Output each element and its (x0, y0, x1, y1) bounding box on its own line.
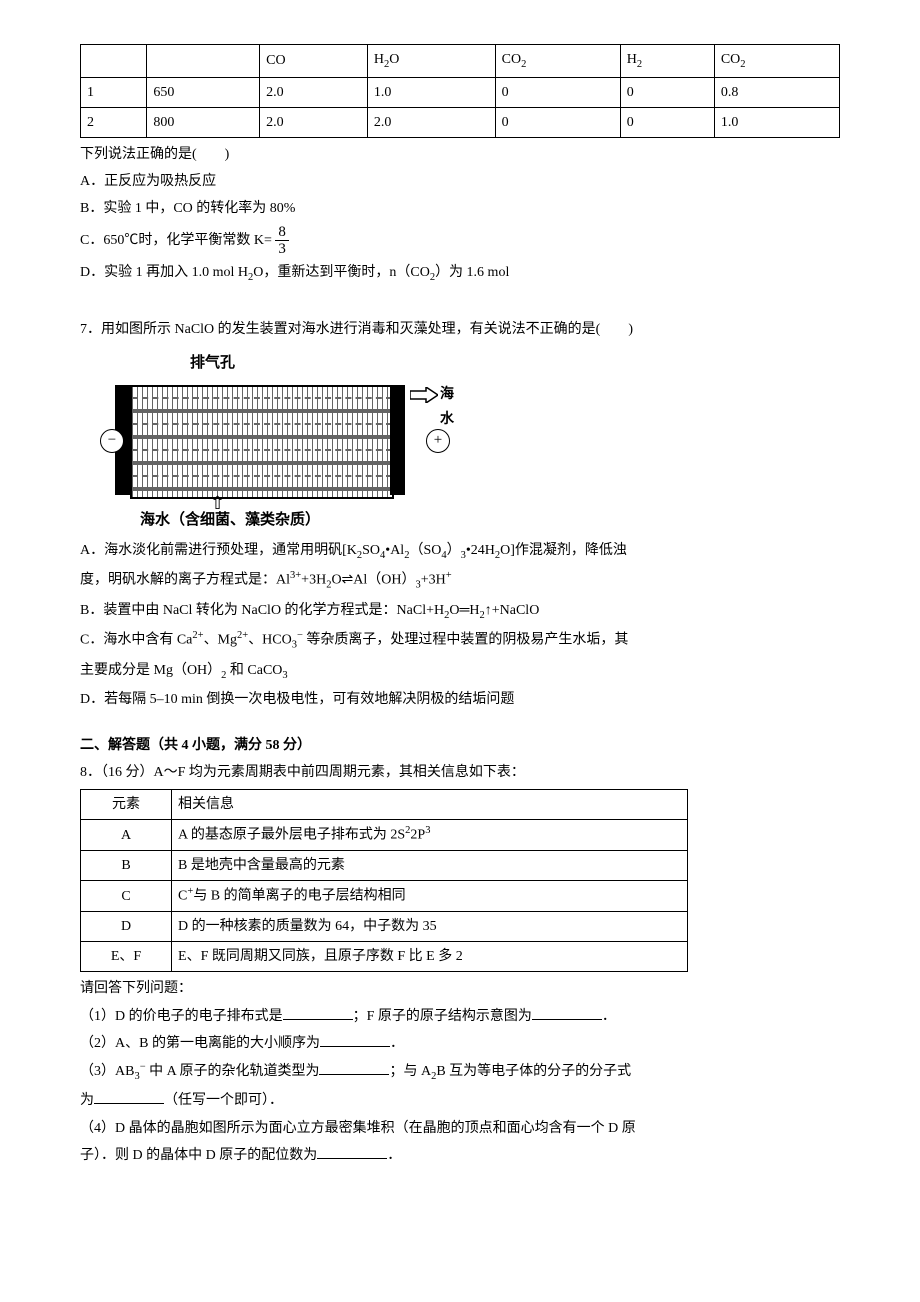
q8-1a: （1）D 的价电子的电子排布式是 (80, 1009, 283, 1024)
option-7c-cont: 主要成分是 Mg（OH）2 和 CaCO3 (80, 658, 840, 686)
question-8: 8．（16 分）A～F 均为元素周期表中前四周期元素，其相关信息如下表： (80, 760, 840, 785)
element-info-table: 元素 相关信息 A A 的基态原子最外层电子排布式为 2S22P3 B B 是地… (80, 789, 688, 972)
diagram-electrolysis: 排气孔 − + 海水 ⇧ 海水（含细菌、藻类杂质） (110, 350, 840, 534)
q8-3c: 为 (80, 1093, 94, 1108)
cell: B (81, 851, 172, 881)
dot: ． (387, 1148, 401, 1163)
q8-sub4-cont: 子）．则 D 的晶体中 D 原子的配位数为 ． (80, 1143, 840, 1168)
q8-sub2: （2）A、B 的第一电离能的大小顺序为 ． (80, 1031, 840, 1056)
cell: B 是地壳中含量最高的元素 (172, 851, 688, 881)
vent-label: 排气孔 (190, 350, 840, 377)
table-row: B B 是地壳中含量最高的元素 (81, 851, 688, 881)
cell: 800 (147, 107, 260, 137)
section-2-heading: 二、解答题（共 4 小题，满分 58 分） (80, 733, 840, 758)
table-row: C C+与 B 的简单离子的电子层结构相同 (81, 881, 688, 912)
cell (81, 45, 147, 78)
table-row: A A 的基态原子最外层电子排布式为 2S22P3 (81, 820, 688, 851)
cell: C+与 B 的简单离子的电子层结构相同 (172, 881, 688, 912)
table-row: CO H2O CO2 H2 CO2 (81, 45, 840, 78)
option-7a-cont: 度，明矾水解的离子方程式是：Al3++3H2O⇌Al（OH）3+3H+ (80, 567, 840, 595)
cell: 0 (495, 107, 620, 137)
table-row: 元素 相关信息 (81, 790, 688, 820)
table-row: D D 的一种核素的质量数为 64，中子数为 35 (81, 912, 688, 942)
data-table-1: CO H2O CO2 H2 CO2 1 650 2.0 1.0 0 0 0.8 … (80, 44, 840, 138)
q8-sub4: （4）D 晶体的晶胞如图所示为面心立方最密集堆积（在晶胞的顶点和面心均含有一个 … (80, 1116, 840, 1141)
electrolysis-cell (130, 385, 394, 499)
option-7b: B．装置中由 NaCl 转化为 NaClO 的化学方程式是：NaCl+H2O═H… (80, 598, 840, 626)
option-c: C．650℃时，化学平衡常数 K= 8 3 (80, 224, 840, 258)
seawater-out-label: 海水（含细菌、藻类杂质） (140, 507, 840, 534)
q8-3a-pre: （3）AB3− 中 A 原子的杂化轨道类型为 (80, 1064, 319, 1079)
fill-blank[interactable] (283, 1005, 353, 1020)
cell: D (81, 912, 172, 942)
question-stem: 下列说法正确的是( ) (80, 142, 840, 167)
table-row: 1 650 2.0 1.0 0 0 0.8 (81, 77, 840, 107)
question-7: 7．用如图所示 NaClO 的发生装置对海水进行消毒和灭藻处理，有关说法不正确的… (80, 317, 840, 342)
fraction-denominator: 3 (275, 241, 289, 258)
option-7a: A．海水淡化前需进行预处理，通常用明矾[K2SO4•Al2（SO4）3•24H2… (80, 538, 840, 566)
q8-sub3-cont: 为 （任写一个即可）． (80, 1088, 840, 1113)
fill-blank[interactable] (317, 1144, 387, 1159)
cell: 1.0 (367, 77, 495, 107)
cell: 0.8 (714, 77, 839, 107)
dot: ． (390, 1036, 404, 1051)
fill-blank[interactable] (320, 1032, 390, 1047)
option-c-text: C．650℃时，化学平衡常数 K= (80, 233, 272, 248)
fraction-numerator: 8 (275, 224, 289, 242)
cell: 2 (81, 107, 147, 137)
q8-sub1: （1）D 的价电子的电子排布式是 ；F 原子的原子结构示意图为 ． (80, 1004, 840, 1029)
cell: E、F (81, 942, 172, 972)
cell: C (81, 881, 172, 912)
option-b: B．实验 1 中，CO 的转化率为 80% (80, 196, 840, 221)
cell: D 的一种核素的质量数为 64，中子数为 35 (172, 912, 688, 942)
table-row: E、F E、F 既同周期又同族，且原子序数 F 比 E 多 2 (81, 942, 688, 972)
option-a: A．正反应为吸热反应 (80, 169, 840, 194)
q8-3b-pre: ；与 A2B 互为等电子体的分子的分子式 (389, 1064, 631, 1079)
minus-terminal-icon: − (100, 429, 124, 453)
q8-lead: 请回答下列问题： (80, 976, 840, 1001)
cell: CO (260, 45, 368, 78)
q8-1b: ；F 原子的原子结构示意图为 (353, 1009, 532, 1024)
fill-blank[interactable] (532, 1005, 602, 1020)
arrow-right-icon (410, 387, 438, 412)
q8-2: （2）A、B 的第一电离能的大小顺序为 (80, 1036, 320, 1051)
cell: A (81, 820, 172, 851)
cell: 0 (620, 107, 714, 137)
q8-sub3: （3）AB3− 中 A 原子的杂化轨道类型为 ；与 A2B 互为等电子体的分子的分… (80, 1058, 840, 1086)
cell: 相关信息 (172, 790, 688, 820)
option-7d: D．若每隔 5–10 min 倒换一次电极电性，可有效地解决阴极的结垢问题 (80, 687, 840, 712)
cell: CO2 (495, 45, 620, 78)
q8-4b: 子）．则 D 的晶体中 D 原子的配位数为 (80, 1148, 317, 1163)
cell: H2 (620, 45, 714, 78)
plus-terminal-icon: + (426, 429, 450, 453)
cell (147, 45, 260, 78)
fill-blank[interactable] (94, 1089, 164, 1104)
cell: A 的基态原子最外层电子排布式为 2S22P3 (172, 820, 688, 851)
cell: 0 (495, 77, 620, 107)
cell: 元素 (81, 790, 172, 820)
fill-blank[interactable] (319, 1060, 389, 1075)
arrow-up-icon: ⇧ (210, 487, 225, 519)
q8-3d: （任写一个即可）． (164, 1093, 283, 1108)
table-row: 2 800 2.0 2.0 0 0 1.0 (81, 107, 840, 137)
cell: 1.0 (714, 107, 839, 137)
seawater-in-label: 海水 (440, 382, 454, 432)
cell: CO2 (714, 45, 839, 78)
cell: 650 (147, 77, 260, 107)
option-7c: C．海水中含有 Ca2+、Mg2+、HCO3− 等杂质离子，处理过程中装置的阴极… (80, 627, 840, 655)
cell: E、F 既同周期又同族，且原子序数 F 比 E 多 2 (172, 942, 688, 972)
option-d: D．实验 1 再加入 1.0 mol H2O，重新达到平衡时，n（CO2）为 1… (80, 260, 840, 288)
cell: 0 (620, 77, 714, 107)
cell: 1 (81, 77, 147, 107)
cell: 2.0 (260, 107, 368, 137)
cell: H2O (367, 45, 495, 78)
fraction: 8 3 (275, 224, 289, 258)
cell: 2.0 (260, 77, 368, 107)
cell: 2.0 (367, 107, 495, 137)
dot: ． (602, 1009, 616, 1024)
